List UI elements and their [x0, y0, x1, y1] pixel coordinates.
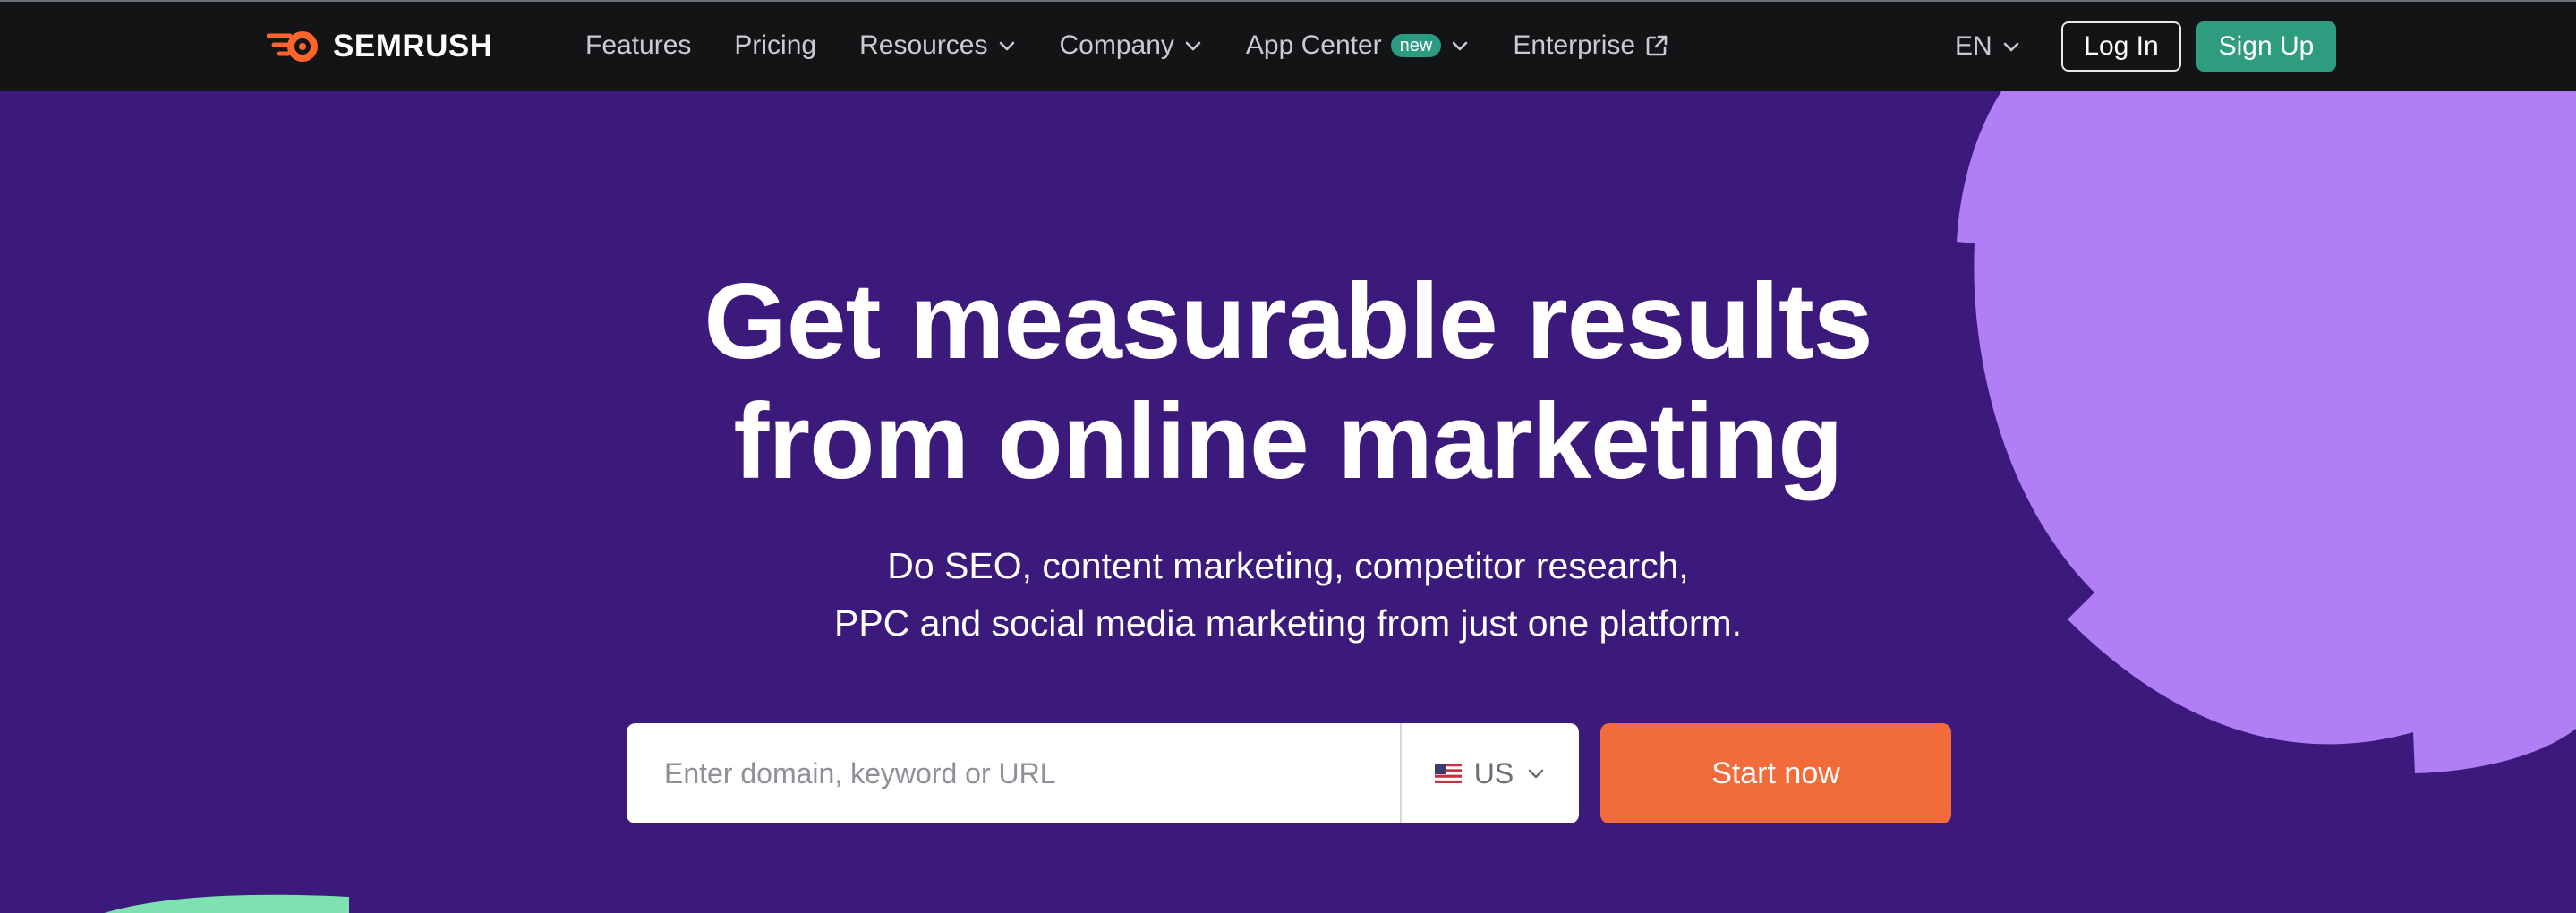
start-now-button[interactable]: Start now	[1600, 723, 1951, 823]
search-bar: US	[627, 723, 1579, 823]
nav-item-label: Resources	[859, 30, 988, 60]
hero-subheadline: Do SEO, content marketing, competitor re…	[0, 537, 2576, 652]
new-badge: new	[1390, 34, 1442, 57]
nav-item-label: Features	[585, 30, 692, 60]
country-label: US	[1473, 756, 1514, 789]
nav-item-label: Company	[1059, 30, 1174, 60]
nav-item-pricing[interactable]: Pricing	[734, 30, 816, 61]
nav-item-enterprise[interactable]: Enterprise	[1513, 30, 1669, 61]
semrush-logo[interactable]: SEMRUSH	[267, 27, 493, 66]
top-navbar: SEMRUSH Features Pricing Resources Compa…	[0, 0, 2576, 91]
subheadline-line: PPC and social media marketing from just…	[833, 602, 1743, 644]
subheadline-line: Do SEO, content marketing, competitor re…	[887, 545, 1689, 586]
signup-button[interactable]: Sign Up	[2196, 21, 2336, 72]
country-selector[interactable]: US	[1402, 723, 1579, 823]
brand-name: SEMRUSH	[333, 29, 493, 64]
nav-item-label: Pricing	[734, 30, 817, 60]
window-top-border	[0, 0, 2576, 2]
headline-line: Get measurable results	[704, 261, 1872, 381]
external-link-icon	[1646, 35, 1668, 56]
chevron-down-icon	[1453, 41, 1468, 51]
nav-item-resources[interactable]: Resources	[859, 30, 1016, 61]
nav-item-features[interactable]: Features	[585, 30, 691, 61]
us-flag-icon	[1434, 764, 1462, 783]
nav-item-company[interactable]: Company	[1060, 30, 1203, 61]
chevron-down-icon	[1185, 41, 1201, 51]
headline-line: from online marketing	[733, 381, 1843, 501]
chevron-down-icon	[999, 41, 1014, 51]
domain-search-input[interactable]	[627, 723, 1400, 823]
nav-item-app-center[interactable]: App Center new	[1246, 30, 1470, 61]
login-button[interactable]: Log In	[2061, 21, 2181, 72]
chevron-down-icon	[1528, 769, 1544, 779]
hero-headline: Get measurable results from online marke…	[0, 261, 2576, 501]
decorative-green-shape	[104, 894, 349, 913]
main-nav: Features Pricing Resources Company App C…	[585, 0, 1669, 91]
hero-section: Get measurable results from online marke…	[0, 91, 2576, 913]
language-selector[interactable]: EN	[1955, 29, 2021, 64]
nav-item-label: App Center	[1245, 30, 1382, 60]
language-label: EN	[1955, 31, 1992, 61]
semrush-flame-icon	[267, 31, 318, 62]
nav-item-label: Enterprise	[1513, 30, 1636, 60]
chevron-down-icon	[2003, 42, 2018, 52]
